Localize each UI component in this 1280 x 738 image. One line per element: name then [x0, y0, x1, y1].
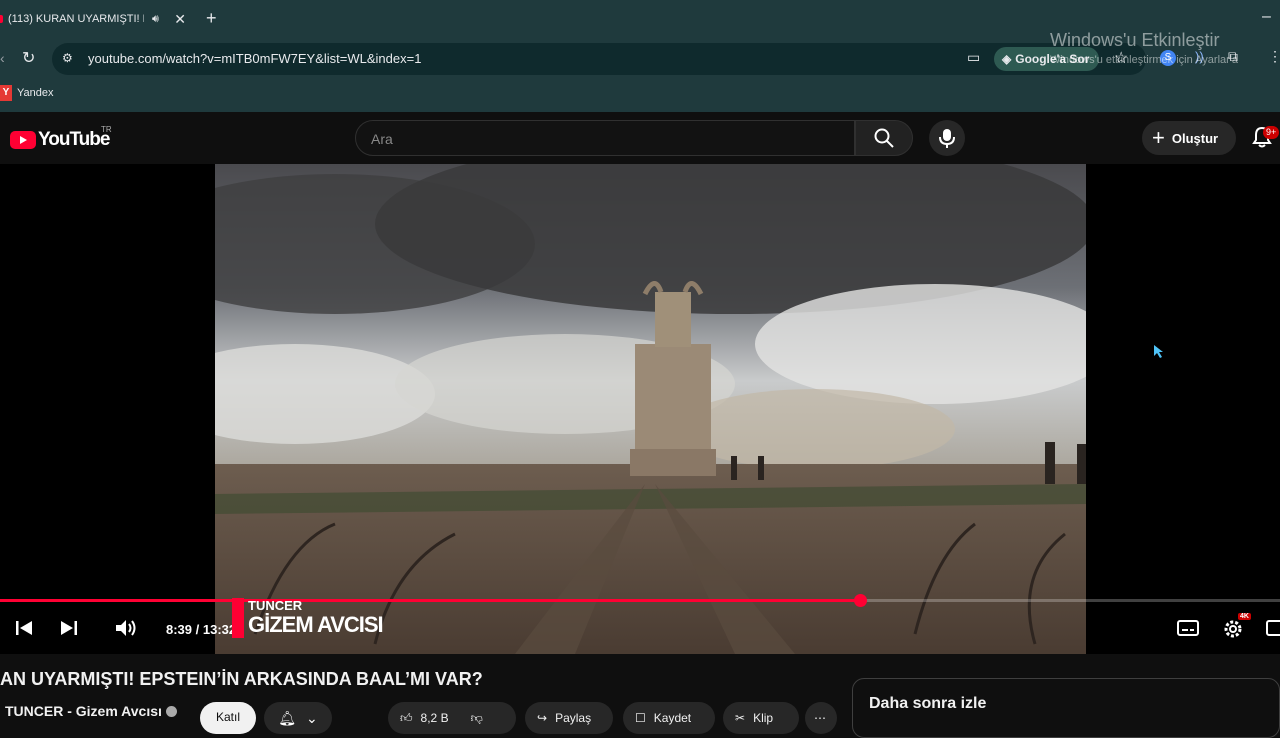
- watermark-bottom: GİZEM AVCISI: [248, 612, 384, 637]
- mouse-cursor-icon: [1154, 345, 1163, 358]
- clip-label: Klip: [753, 711, 774, 725]
- time-display: 8:39 / 13:32: [166, 622, 237, 637]
- youtube-play-icon: [10, 131, 36, 149]
- watch-later-panel[interactable]: Daha sonra izle: [852, 678, 1280, 738]
- next-icon[interactable]: [59, 618, 79, 638]
- youtube-logo[interactable]: YouTube: [10, 129, 110, 151]
- join-button[interactable]: Katıl: [200, 702, 256, 734]
- channel-name[interactable]: TUNCER - Gizem Avcısı: [5, 703, 177, 719]
- save-button[interactable]: ☐ Kaydet: [623, 702, 715, 734]
- verified-icon: [165, 705, 177, 717]
- plus-icon: +: [1152, 125, 1165, 150]
- youtube-favicon-icon: [0, 15, 3, 23]
- site-info-icon[interactable]: ⚙︎: [62, 51, 76, 65]
- share-icon: ↪: [537, 711, 548, 725]
- youtube-header: YouTube TR Ara + Oluştur: [0, 112, 1280, 164]
- bell-ringing-icon: 🔔︎: [278, 709, 297, 726]
- voice-search-button[interactable]: [929, 120, 965, 156]
- search-icon: [874, 128, 894, 148]
- menu-icon[interactable]: ⋮: [1268, 48, 1280, 65]
- create-label: Oluştur: [1171, 130, 1219, 146]
- like-count: 8,2 B: [420, 711, 449, 725]
- video-scene-image: [215, 164, 1086, 654]
- more-actions-button[interactable]: ⋯: [805, 702, 837, 734]
- save-label: Kaydet: [653, 711, 692, 725]
- like-button[interactable]: 👍︎ 8,2 B 👎︎: [388, 702, 516, 734]
- watermark-bar: [232, 598, 244, 638]
- lens-icon: ◈: [1002, 52, 1012, 66]
- minimize-button[interactable]: –: [1262, 8, 1271, 26]
- subtitles-icon[interactable]: [1177, 618, 1199, 638]
- tab-title: (113) KURAN UYARMIŞTI! E: [8, 13, 144, 25]
- bookmark-icon: ☐: [635, 711, 646, 725]
- chevron-down-icon: ⌄: [306, 709, 318, 726]
- channel-watermark: TUNCER GİZEM AVCISI: [232, 598, 384, 646]
- quality-badge: 4K: [1238, 613, 1251, 620]
- volume-icon[interactable]: [114, 618, 138, 638]
- reload-icon[interactable]: ↻: [22, 48, 35, 68]
- notification-badge: 9+: [1263, 126, 1280, 139]
- youtube-logo-text: YouTube: [38, 129, 110, 150]
- back-icon[interactable]: ‹: [0, 50, 5, 66]
- speaker-icon[interactable]: 🔊︎: [152, 13, 159, 26]
- windows-activation-subtitle: Windows'u etkinleştirmek için Ayarlar'a: [1050, 54, 1239, 66]
- settings-gear-icon[interactable]: [1222, 618, 1244, 640]
- previous-icon[interactable]: [14, 618, 34, 638]
- share-label: Paylaş: [555, 711, 592, 725]
- video-frame[interactable]: [215, 164, 1086, 654]
- thumbs-down-icon[interactable]: 👎︎: [471, 711, 483, 726]
- watch-later-title[interactable]: Daha sonra izle: [869, 695, 986, 713]
- watermark-top: TUNCER: [248, 598, 303, 613]
- microphone-icon: [939, 129, 955, 148]
- thumbs-up-icon: 👍︎: [400, 710, 413, 725]
- progress-played: [0, 599, 860, 602]
- bookmarks-bar: Y Yandex: [0, 80, 1280, 112]
- search-input[interactable]: Ara: [355, 120, 855, 156]
- browser-tab[interactable]: (113) KURAN UYARMIŞTI! E 🔊︎ ✕: [0, 4, 196, 34]
- progress-scrubber[interactable]: [854, 594, 867, 607]
- player-controls: 8:39 / 13:32 TUNCER GİZEM AVCISI 4K: [0, 598, 1280, 648]
- country-code: TR: [101, 125, 112, 134]
- yandex-icon[interactable]: Y: [0, 85, 12, 101]
- share-button[interactable]: ↪ Paylaş: [525, 702, 613, 734]
- clip-button[interactable]: ✂ Klip: [723, 702, 799, 734]
- channel-name-text[interactable]: TUNCER - Gizem Avcısı: [5, 703, 162, 719]
- video-player[interactable]: 8:39 / 13:32 TUNCER GİZEM AVCISI 4K: [0, 164, 1280, 654]
- install-app-icon[interactable]: ▭: [967, 49, 980, 66]
- url-text[interactable]: youtube.com/watch?v=mITB0mFW7EY&list=WL&…: [88, 51, 421, 66]
- more-horizontal-icon: ⋯: [814, 711, 826, 725]
- bookmark-yandex[interactable]: Yandex: [17, 87, 54, 99]
- close-icon[interactable]: ✕: [174, 11, 186, 28]
- video-info: AN UYARMIŞTI! EPSTEIN’İN ARKASINDA BAAL’…: [0, 654, 1280, 738]
- video-title: AN UYARMIŞTI! EPSTEIN’İN ARKASINDA BAAL’…: [0, 669, 483, 689]
- subscribed-button[interactable]: 🔔︎ ⌄: [264, 702, 332, 734]
- miniplayer-icon[interactable]: [1266, 618, 1280, 638]
- address-bar[interactable]: ⚙︎ youtube.com/watch?v=mITB0mFW7EY&list=…: [52, 43, 1146, 75]
- create-button[interactable]: + Oluştur: [1142, 121, 1236, 155]
- search-button[interactable]: [855, 120, 913, 156]
- scissors-icon: ✂: [735, 711, 746, 725]
- windows-activation-title: Windows'u Etkinleştir: [1050, 30, 1220, 50]
- new-tab-button[interactable]: +: [206, 8, 217, 28]
- search-placeholder: Ara: [371, 131, 393, 147]
